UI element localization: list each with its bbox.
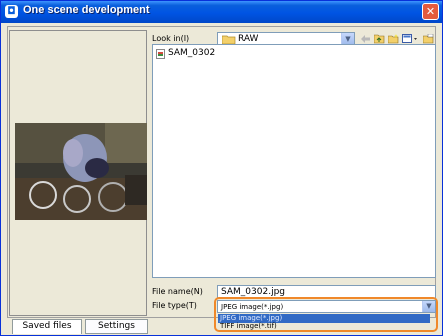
- file-type-select[interactable]: JPEG image(*.jpg) ▼: [217, 300, 436, 313]
- chevron-down-icon[interactable]: ▼: [422, 301, 435, 312]
- file-name-label: File name(N): [152, 287, 203, 296]
- file-list[interactable]: SAM_0302: [152, 44, 436, 278]
- tab-settings[interactable]: Settings: [85, 319, 148, 334]
- new-folder-icon[interactable]: [388, 34, 399, 44]
- file-type-label: File type(T): [152, 301, 197, 310]
- app-icon: ◘: [5, 5, 18, 18]
- desktop-icon[interactable]: [423, 34, 434, 44]
- file-name-value: SAM_0302.jpg: [221, 287, 285, 297]
- view-menu-icon[interactable]: [402, 34, 418, 44]
- file-type-option[interactable]: TIFF image(*.tif): [218, 322, 430, 331]
- look-in-value: RAW: [238, 34, 259, 44]
- file-type-value: JPEG image(*.jpg): [221, 303, 284, 311]
- title-bar[interactable]: ◘ One scene development ✕: [1, 1, 442, 23]
- close-button[interactable]: ✕: [422, 3, 439, 20]
- back-arrow-icon[interactable]: [360, 34, 371, 44]
- tab-saved-files[interactable]: Saved files: [12, 319, 82, 334]
- look-in-label: Look in(I): [152, 34, 190, 43]
- preview-image: [15, 123, 147, 220]
- window-title: One scene development: [23, 4, 150, 16]
- up-folder-icon[interactable]: [374, 34, 385, 44]
- folder-icon: [222, 35, 236, 44]
- image-file-icon: [156, 49, 165, 59]
- file-name: SAM_0302: [168, 48, 216, 58]
